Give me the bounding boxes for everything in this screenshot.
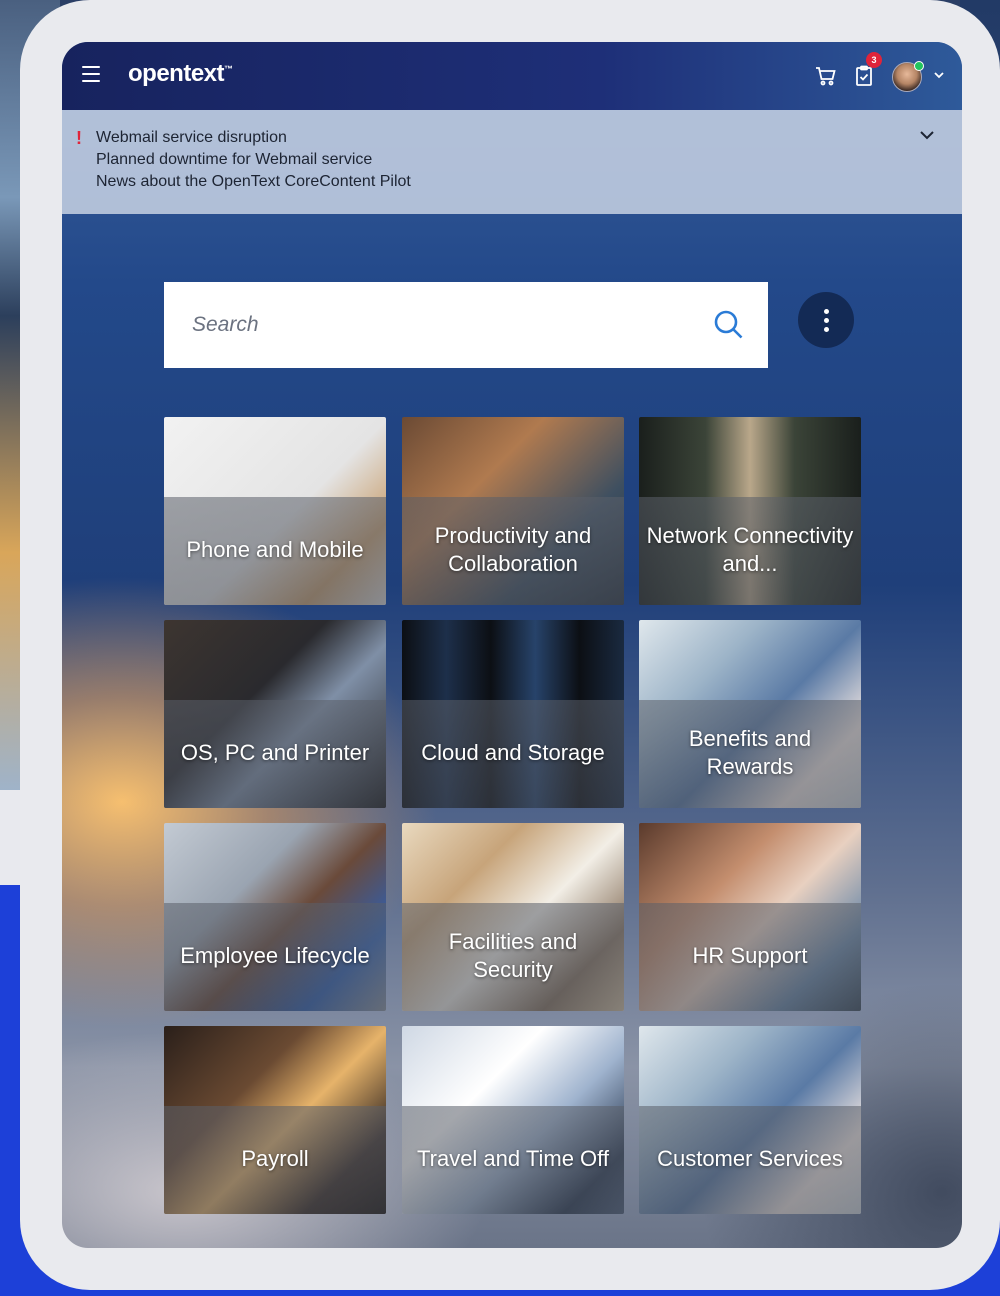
tile-label: Facilities and Security bbox=[448, 929, 578, 982]
chevron-down-icon[interactable] bbox=[932, 68, 946, 82]
search-input[interactable] bbox=[190, 312, 694, 338]
search-icon[interactable] bbox=[712, 308, 746, 342]
expand-notices-icon[interactable] bbox=[918, 128, 936, 142]
tile-label: Network Connectivity and... bbox=[646, 523, 854, 576]
tile-customer-services[interactable]: Customer Services bbox=[639, 1026, 861, 1214]
search-bar bbox=[164, 282, 768, 368]
more-options-button[interactable] bbox=[798, 292, 854, 348]
brand-name: opentext bbox=[128, 60, 225, 87]
tile-label: HR Support bbox=[692, 943, 808, 968]
tile-cloud-and-storage[interactable]: Cloud and Storage bbox=[402, 620, 624, 808]
tile-network-connectivity[interactable]: Network Connectivity and... bbox=[639, 417, 861, 605]
tile-travel-and-time-off[interactable]: Travel and Time Off bbox=[402, 1026, 624, 1214]
tile-employee-lifecycle[interactable]: Employee Lifecycle bbox=[164, 823, 386, 1011]
tile-label: Employee Lifecycle bbox=[180, 943, 370, 968]
tile-phone-and-mobile[interactable]: Phone and Mobile bbox=[164, 417, 386, 605]
tile-productivity-and-collaboration[interactable]: Productivity and Collaboration bbox=[402, 417, 624, 605]
brand-mark: ™ bbox=[224, 64, 233, 74]
notice-item[interactable]: News about the OpenText CoreContent Pilo… bbox=[96, 173, 411, 191]
hamburger-menu-icon[interactable] bbox=[82, 66, 100, 82]
tile-label: Phone and Mobile bbox=[186, 537, 364, 562]
notice-banner: ! Webmail service disruption Planned dow… bbox=[62, 110, 962, 214]
cart-icon[interactable] bbox=[814, 64, 838, 88]
tile-label: Benefits and Rewards bbox=[688, 726, 812, 779]
tile-os-pc-and-printer[interactable]: OS, PC and Printer bbox=[164, 620, 386, 808]
tile-benefits-and-rewards[interactable]: Benefits and Rewards bbox=[639, 620, 861, 808]
tile-label: Customer Services bbox=[657, 1146, 843, 1171]
opentext-logo[interactable]: opentext™ bbox=[128, 60, 233, 88]
tile-hr-support[interactable]: HR Support bbox=[639, 823, 861, 1011]
alert-icon: ! bbox=[76, 128, 82, 148]
portal-screen: opentext™ 3 ! Webmail service disruption… bbox=[62, 42, 962, 1248]
notice-item[interactable]: Webmail service disruption bbox=[96, 129, 287, 147]
tile-facilities-and-security[interactable]: Facilities and Security bbox=[402, 823, 624, 1011]
tile-label: OS, PC and Printer bbox=[180, 740, 370, 765]
tile-label: Payroll bbox=[241, 1146, 309, 1171]
tile-label: Travel and Time Off bbox=[417, 1146, 609, 1171]
notice-item[interactable]: Planned downtime for Webmail service bbox=[96, 151, 372, 169]
tasks-badge: 3 bbox=[866, 52, 882, 68]
online-status-dot bbox=[914, 61, 924, 71]
top-bar: opentext™ 3 bbox=[62, 42, 962, 110]
tile-label: Productivity and Collaboration bbox=[434, 523, 592, 576]
tile-label: Cloud and Storage bbox=[421, 740, 605, 765]
tile-payroll[interactable]: Payroll bbox=[164, 1026, 386, 1214]
